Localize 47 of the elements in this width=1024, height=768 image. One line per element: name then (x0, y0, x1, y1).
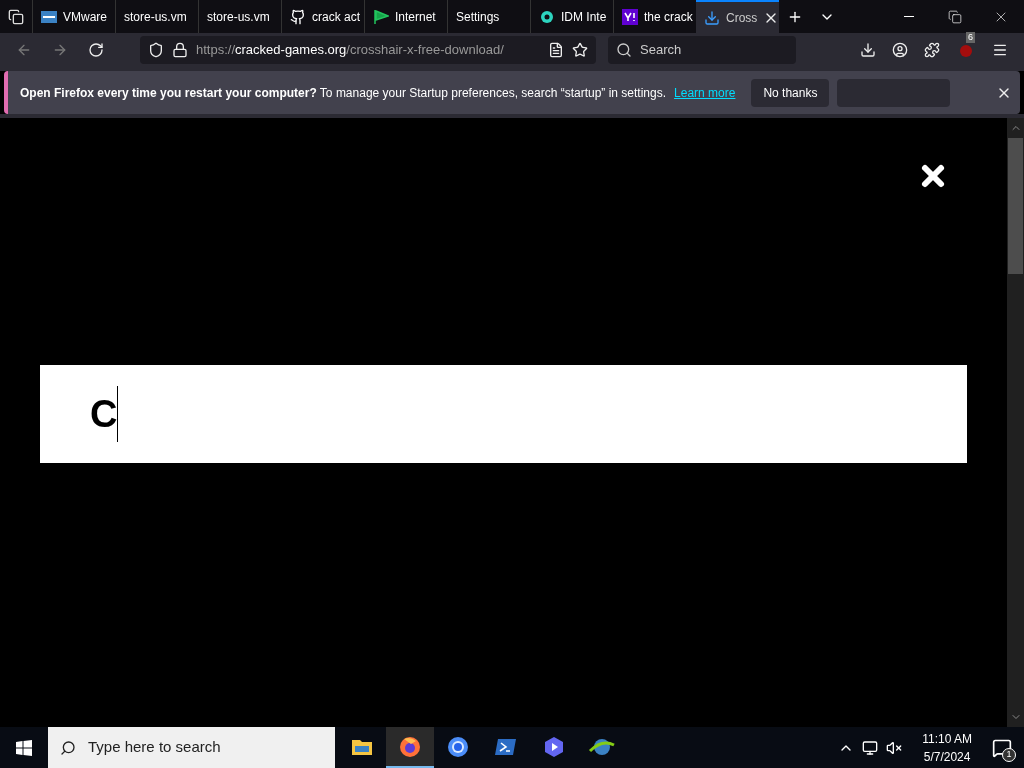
search-input[interactable]: C (40, 365, 967, 463)
action-center-icon[interactable] (992, 737, 1012, 758)
network-icon[interactable] (862, 739, 879, 756)
downloads-icon[interactable] (860, 42, 876, 58)
search-field[interactable]: Search (608, 36, 796, 64)
clock[interactable]: 11:10 AM 5/7/2024 (914, 729, 980, 766)
input-value: C (90, 391, 118, 437)
clock-time: 11:10 AM (922, 730, 972, 748)
restore-icon (948, 9, 962, 24)
account-icon[interactable] (892, 42, 908, 58)
forward-icon[interactable] (52, 42, 68, 58)
github-icon (290, 8, 306, 25)
search-icon (60, 739, 76, 756)
star-icon[interactable] (572, 42, 588, 58)
extension-badge: 6 (966, 32, 975, 43)
play-icon (542, 734, 566, 759)
no-thanks-button[interactable]: No thanks (751, 78, 830, 107)
taskbar-app[interactable] (386, 727, 434, 768)
search-placeholder: Type here to search (88, 737, 221, 758)
search-placeholder: Search (640, 41, 682, 60)
reader-view-icon[interactable] (548, 42, 564, 58)
firefox-icon (398, 734, 422, 759)
minimize-icon (904, 16, 914, 17)
taskbar-search-field[interactable]: Type here to search (48, 727, 335, 768)
learn-more-link[interactable]: Learn more (674, 83, 736, 102)
chrome-icon (446, 734, 470, 759)
url-text: https://cracked-games.org/crosshair-x-free-download/ (196, 41, 504, 60)
yahoo-icon (622, 8, 638, 25)
scrollbar[interactable] (1007, 118, 1024, 727)
tabs-icon (8, 8, 24, 25)
flag-icon (373, 8, 389, 25)
volume-muted-icon[interactable] (886, 739, 903, 756)
menu-icon[interactable] (992, 42, 1008, 58)
search-icon (616, 42, 632, 58)
shield-icon[interactable] (148, 42, 164, 58)
notification-message: Open Firefox every time you restart your computer? To manage your Startup preferences, search “startup” in settings. (20, 84, 667, 102)
notification-count: 1 (1002, 748, 1016, 762)
lock-icon[interactable] (172, 42, 188, 58)
extensions-icon[interactable] (924, 42, 940, 58)
download-icon (704, 9, 720, 26)
scrollbar-thumb[interactable] (1008, 138, 1023, 274)
url-bar[interactable]: https://cracked-games.org/crosshair-x-free-download/ (140, 36, 596, 64)
reload-icon[interactable] (88, 42, 104, 58)
browser-tab[interactable]: Cross (696, 0, 779, 33)
clock-date: 5/7/2024 (923, 748, 971, 766)
back-icon[interactable] (16, 42, 32, 58)
windows-logo-icon (16, 739, 32, 756)
